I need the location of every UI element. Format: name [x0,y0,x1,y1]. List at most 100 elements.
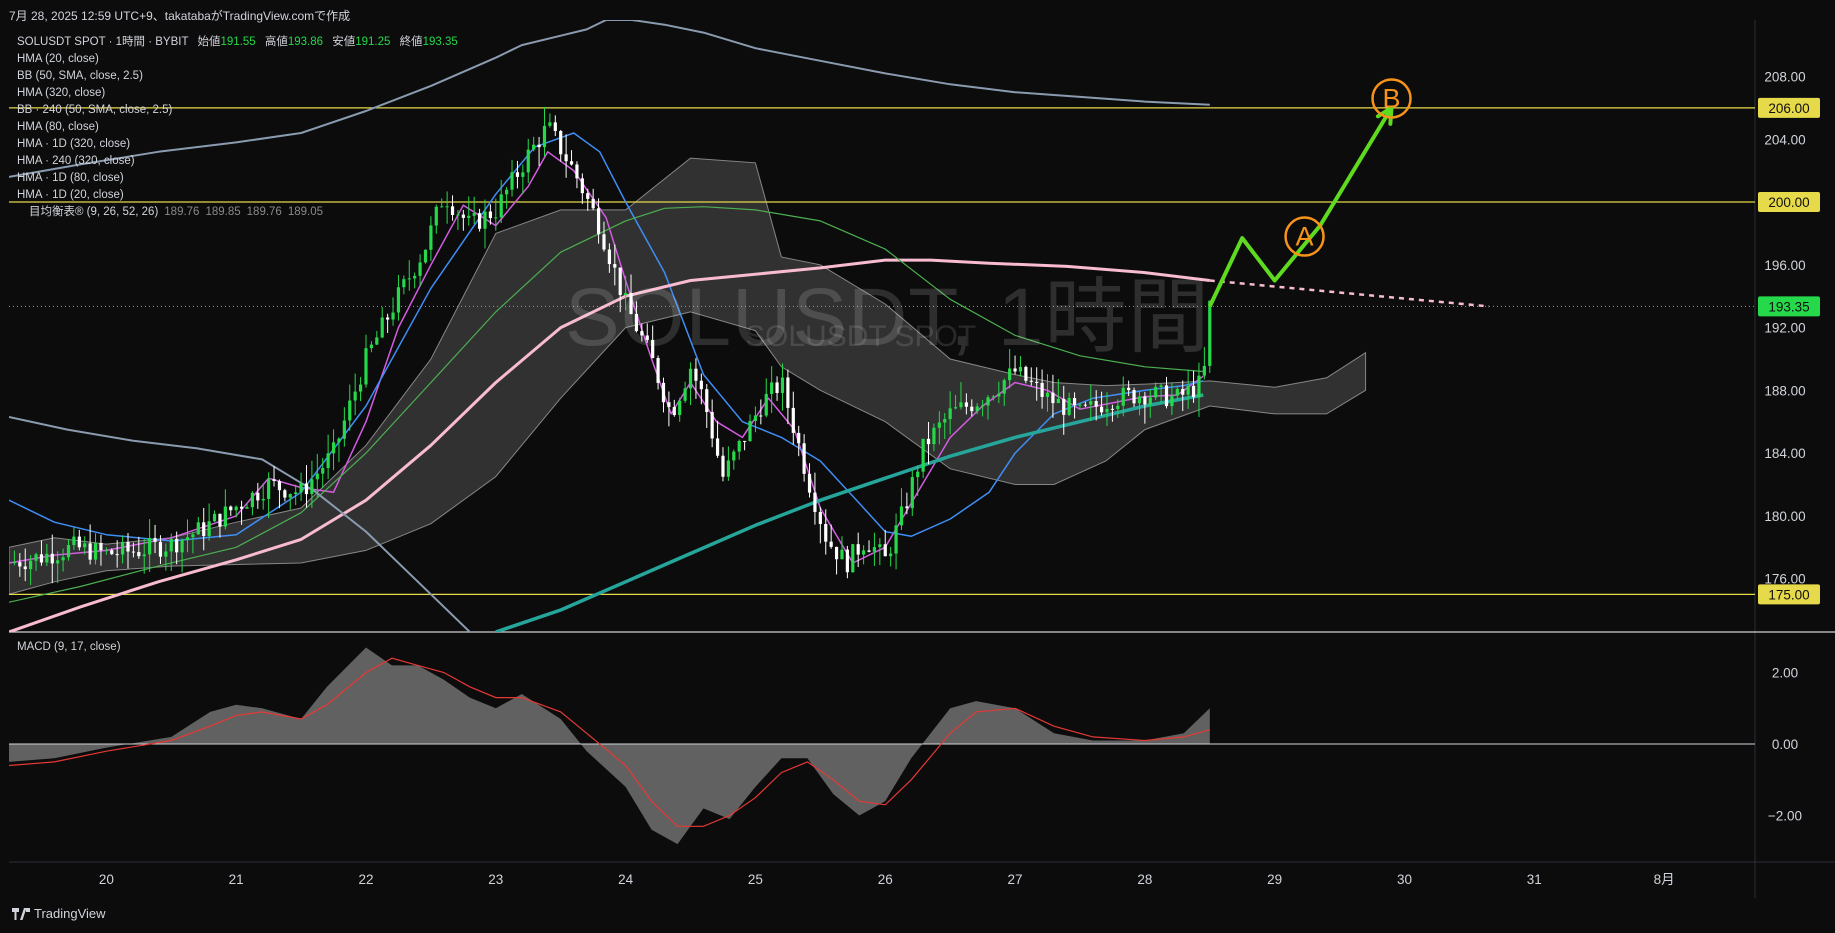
candle-body [748,420,752,442]
candle-body [1051,392,1055,404]
candle-body [824,524,828,542]
candle-body [169,538,173,552]
candle-body [142,554,146,557]
candle-body [358,384,363,392]
candle-body [889,553,893,557]
candle-body [131,551,136,553]
candle-body [1110,408,1115,410]
legend-low-label: 安値 [332,36,356,48]
legend-indicator[interactable]: HMA (20, close) [17,51,464,68]
macd-legend[interactable]: MACD (9, 17, close) [17,641,121,653]
candle-body [288,494,292,498]
candle-body [12,562,17,564]
legend-indicator[interactable]: HMA (320, close) [17,85,464,102]
candle-body [364,348,368,385]
legend-indicator[interactable]: BB (50, SMA, close, 2.5) [17,68,464,85]
candle-body [158,541,163,557]
candle-body [1056,398,1060,404]
candle-body [1116,405,1120,410]
candle-body [126,541,130,552]
candle-body [353,391,357,401]
candle-body [88,543,92,560]
candle-body [856,544,860,555]
time-axis-label: 31 [1527,872,1542,887]
candle-body [1154,386,1158,398]
candle-body [191,534,195,538]
candle-body [899,506,904,526]
candle-body [294,492,298,495]
candle-body [196,522,200,535]
time-axis-label: 24 [618,872,634,887]
candle-body [218,513,222,527]
candle-body [1062,398,1066,415]
candle-body [1121,387,1125,406]
candle-body [272,479,276,482]
candle-body [423,249,428,263]
candle-body [688,368,693,389]
candle-body [1089,401,1093,405]
ichimoku-value: 189.05 [287,206,324,218]
legend-indicator[interactable]: HMA · 1D (20, close) [17,187,464,204]
candle-body [694,368,698,381]
candle-body [526,149,530,173]
candle-body [715,438,720,456]
candle-body [1008,368,1012,381]
legend-ichimoku[interactable]: 目均衡表® (9, 26, 52, 26) 189.76 189.85 189.76 1… [29,204,464,221]
candle-body [867,550,871,552]
candle-body [764,393,768,416]
candle-body [277,481,282,491]
candle-body [396,287,401,313]
candle-body [61,557,65,561]
candle-body [1035,381,1039,383]
time-axis-label: 27 [1008,872,1023,887]
legend-indicator[interactable]: BB · 240 (50, SMA, close, 2.5) [17,102,464,119]
candle-body [975,406,979,412]
candle-body [175,538,179,553]
legend-indicator[interactable]: HMA · 1D (80, close) [17,170,464,187]
candle-body [310,479,314,495]
footer-brand[interactable]: TradingView [12,906,106,921]
candle-body [337,438,341,443]
candle-body [1083,404,1087,406]
legend-high-value: 193.86 [287,36,324,48]
candle-body [207,521,211,537]
candle-body [72,536,76,546]
candle-body [910,477,914,509]
legend-ohlc-row[interactable]: SOLUSDT SPOT · 1時間 · BYBIT 始値191.55 高値19… [17,34,464,51]
candle-body [602,234,606,250]
legend-indicator[interactable]: HMA · 240 (320, close) [17,153,464,170]
candle-body [467,215,471,218]
price-level-label: 200.00 [1768,195,1809,210]
candle-body [786,377,790,408]
candle-body [56,560,60,564]
candle-body [851,544,855,573]
candle-body [202,522,206,537]
legend-ichimoku-label: 目均衡表® (9, 26, 52, 26) [29,206,159,218]
candle-body [391,312,395,320]
candle-body [883,544,887,557]
candle-body [153,538,157,542]
candle-body [50,553,54,564]
legend-indicator[interactable]: HMA (80, close) [17,119,464,136]
candle-body [678,400,682,416]
candle-body [921,438,925,472]
candle-body [1067,398,1071,415]
candle-body [407,278,411,280]
current-price-label: 193.35 [1768,299,1809,314]
candle-body [369,344,373,349]
candle-body [559,130,563,155]
candle-body [829,541,833,547]
candle-body [321,468,325,474]
candle-body [802,443,806,474]
candle-body [981,405,985,407]
candle-body [797,432,801,444]
candle-body [1143,396,1147,405]
candle-body [110,550,114,555]
candle-body [245,507,249,509]
candle-body [991,396,996,398]
chart-caption: 7月 28, 2025 12:59 UTC+9、takatabaがTrading… [9,9,351,23]
macd-axis-label: 0.00 [1772,737,1798,752]
candle-body [99,543,103,551]
candle-body [380,317,384,338]
legend-indicator[interactable]: HMA · 1D (320, close) [17,136,464,153]
